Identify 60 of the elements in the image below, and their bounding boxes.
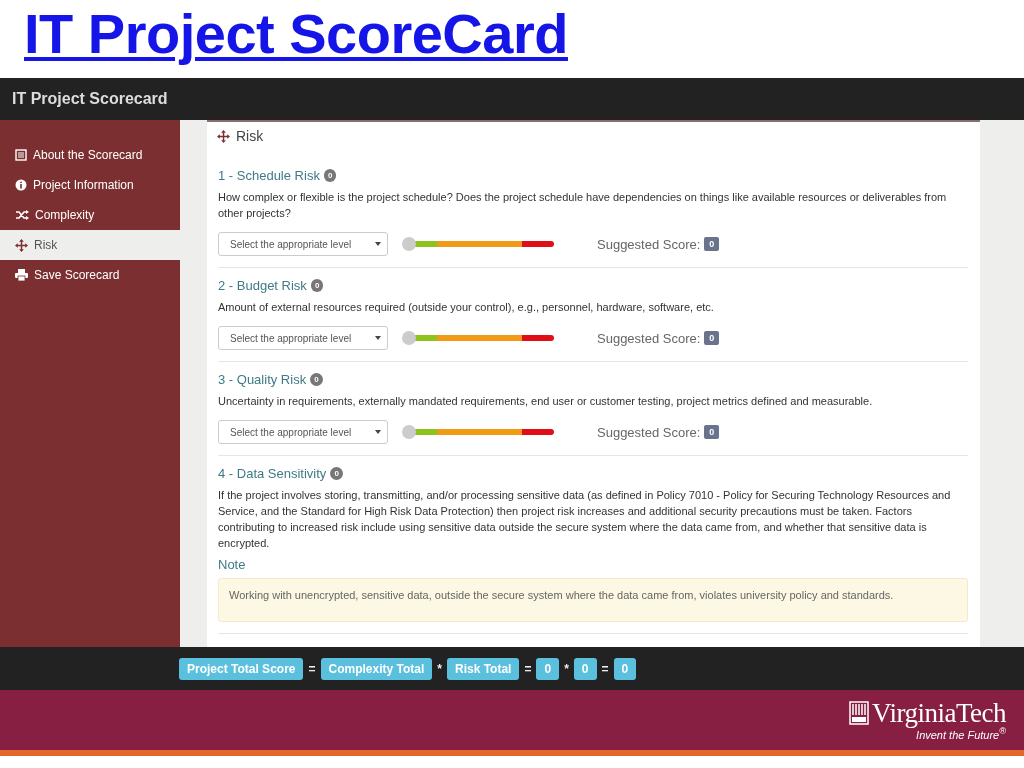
total-label: Project Total Score bbox=[179, 657, 304, 680]
slider-handle[interactable] bbox=[402, 425, 416, 439]
operator-symbol: * bbox=[437, 661, 442, 676]
total-label: Complexity Total bbox=[320, 657, 433, 680]
caret-icon bbox=[375, 242, 381, 246]
question-title: 2 - Budget Risk bbox=[218, 278, 307, 293]
level-dropdown[interactable]: Select the appropriate level bbox=[218, 420, 388, 444]
operator-symbol: = bbox=[524, 661, 532, 676]
logo-wordmark: VirginiaTech bbox=[872, 699, 1006, 726]
info-icon bbox=[15, 179, 27, 191]
total-label: 0 bbox=[536, 657, 560, 680]
score-value: 0 bbox=[704, 331, 720, 345]
shield-icon bbox=[849, 700, 870, 725]
logo-tagline: Invent the Future$^{®}$ bbox=[916, 725, 1006, 741]
sidebar-item[interactable]: Risk bbox=[0, 230, 180, 260]
risk-slider[interactable] bbox=[404, 426, 554, 438]
question-title: 4 - Data Sensitivity bbox=[218, 466, 327, 481]
sidebar-item[interactable]: Project Information bbox=[0, 170, 180, 200]
level-dropdown[interactable]: Select the appropriate level bbox=[218, 326, 388, 350]
operator-symbol: = bbox=[601, 661, 609, 676]
slide-title: IT Project ScoreCard bbox=[24, 1, 568, 67]
count-badge: 0 bbox=[330, 467, 343, 480]
caret-icon bbox=[375, 430, 381, 434]
level-dropdown[interactable]: Select the appropriate level bbox=[218, 232, 388, 256]
total-label: 0 bbox=[613, 657, 637, 680]
score-label: Suggested Score: bbox=[597, 424, 701, 440]
move-icon bbox=[217, 129, 230, 143]
slider-handle[interactable] bbox=[402, 331, 416, 345]
count-badge: 0 bbox=[310, 373, 323, 386]
caret-icon bbox=[375, 336, 381, 340]
risk-slider[interactable] bbox=[404, 332, 554, 344]
note-heading: Note bbox=[218, 557, 247, 572]
note-box: Working with unencrypted, sensitive data, outside the secure system where the data came from, violates university policy and standards. bbox=[218, 578, 968, 622]
sidebar-item[interactable]: About the Scorecard bbox=[0, 140, 180, 170]
question-description: If the project involves storing, transmitting, and/or processing sensitive data (as defined in Policy 7010 - Policy for Securing Technology Resources and Service, and the Standard for High Risk Data Protection) then project risk increases and additional security precautions must be taken. Factors contributing to increased risk include using sensitive data outside the secure system where the data came from, and whether that sensitive data is encrypted. bbox=[218, 488, 952, 551]
question-title: 1 - Schedule Risk bbox=[218, 168, 320, 183]
total-label: Risk Total bbox=[446, 657, 520, 680]
operator-symbol: * bbox=[564, 661, 569, 676]
count-badge: 0 bbox=[323, 169, 337, 182]
risk-slider[interactable] bbox=[404, 238, 554, 250]
printer-icon bbox=[15, 269, 28, 281]
question-description: Uncertainty in requirements, externally mandated requirements, end user or customer testing, project metrics defined and measurable. bbox=[218, 394, 874, 409]
score-label: Suggested Score: bbox=[597, 330, 701, 346]
sidebar-item[interactable]: Save Scorecard bbox=[0, 260, 180, 290]
list-icon bbox=[15, 149, 27, 161]
shuffle-icon bbox=[15, 209, 29, 221]
score-value: 0 bbox=[704, 425, 720, 439]
sidebar-item[interactable]: Complexity bbox=[0, 200, 180, 230]
slider-handle[interactable] bbox=[402, 237, 416, 251]
question-title: 3 - Quality Risk bbox=[218, 372, 307, 387]
question-description: How complex or flexible is the project schedule? Does the project schedule have dependencies on things like available resources or deliverables from other projects? bbox=[218, 190, 948, 221]
score-label: Suggested Score: bbox=[597, 236, 701, 252]
app-title: IT Project Scorecard bbox=[12, 90, 168, 108]
total-label: 0 bbox=[573, 657, 597, 680]
move-icon bbox=[15, 238, 28, 252]
score-value: 0 bbox=[704, 237, 720, 251]
section-title: Risk bbox=[236, 128, 264, 144]
count-badge: 0 bbox=[310, 279, 324, 292]
question-description: Amount of external resources required (outside your control), e.g., personnel, hardware, software, etc. bbox=[218, 300, 715, 315]
operator-symbol: = bbox=[308, 661, 316, 676]
